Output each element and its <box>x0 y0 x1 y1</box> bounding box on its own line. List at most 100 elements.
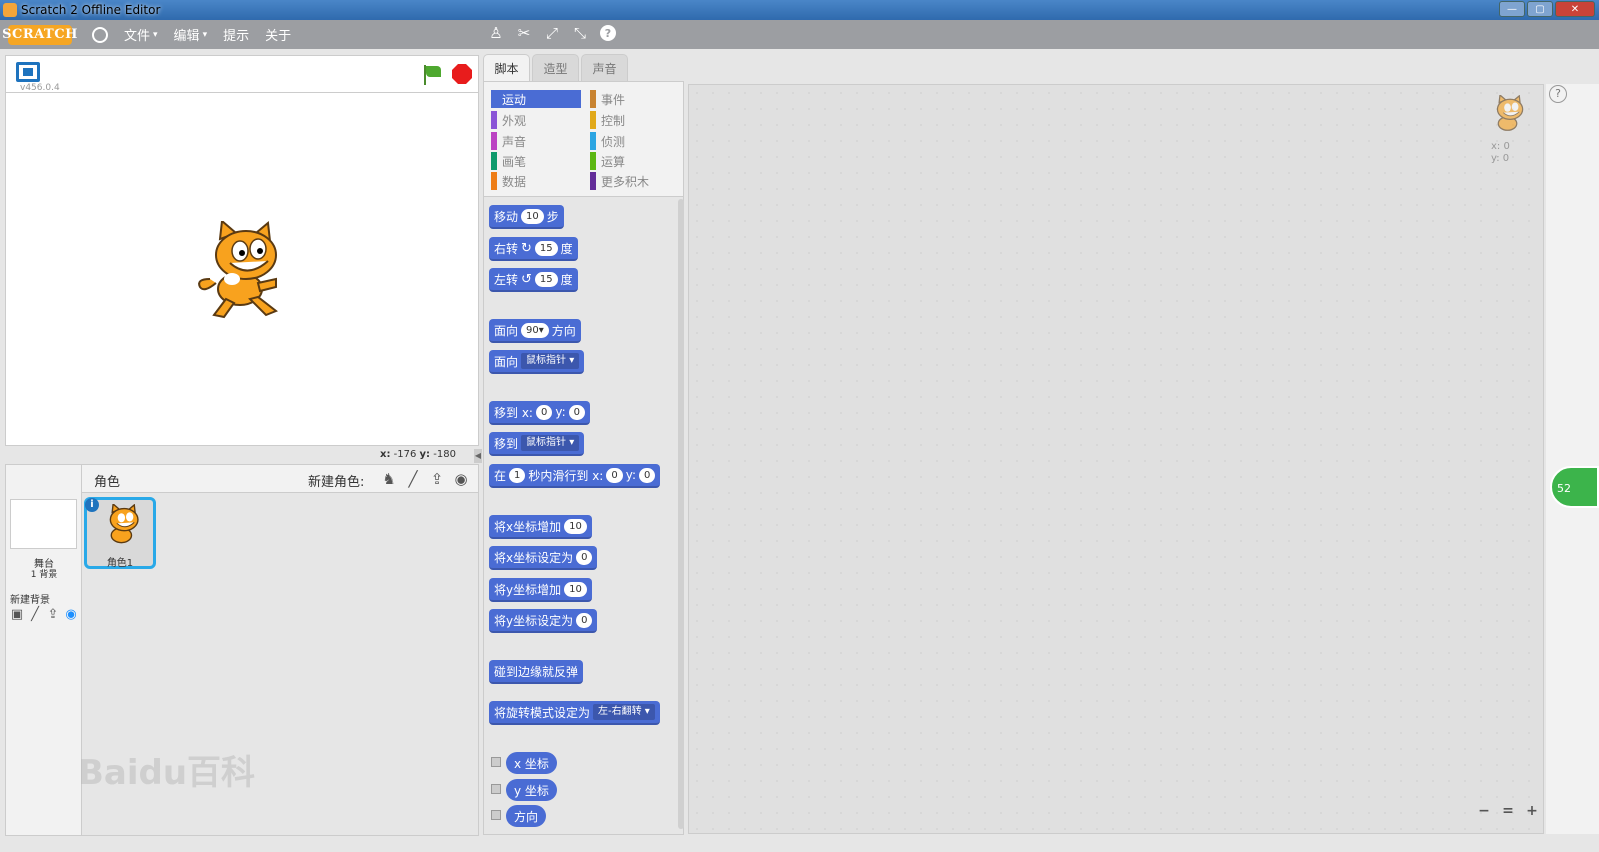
chevron-down-icon: ▾ <box>153 29 158 40</box>
category-sound[interactable]: 声音 <box>491 132 526 150</box>
zoom-reset-icon[interactable]: = <box>1498 801 1518 821</box>
palette-scrollbar[interactable] <box>678 199 684 829</box>
category-sensing[interactable]: 侦测 <box>590 132 625 150</box>
category-color <box>491 90 497 108</box>
upload-icon[interactable]: ⇪ <box>45 607 61 623</box>
block-set-y[interactable]: 将y坐标设定为 0 <box>489 609 598 633</box>
block-goto-xy[interactable]: 移到 x: 0 y: 0 <box>489 401 590 425</box>
category-operators[interactable]: 运算 <box>590 152 625 170</box>
block-set-x[interactable]: 将x坐标设定为 0 <box>489 546 598 570</box>
block-point-direction[interactable]: 面向 90▾ 方向 <box>489 319 581 343</box>
stage-column: 舞台 1 背景 新建背景 ▣ ╱ ⇪ ◉ <box>6 465 82 835</box>
block-categories: 运动 外观 声音 画笔 数据 事件 控制 侦测 运算 更多积木 <box>483 81 684 197</box>
camera-icon[interactable]: ◉ <box>63 607 79 623</box>
cat-sprite-icon[interactable] <box>196 221 291 321</box>
zoom-in-icon[interactable]: + <box>1522 801 1542 821</box>
delete-scissors-icon[interactable]: ✂ <box>516 25 532 41</box>
new-sprite-icons: ♞ ╱ ⇪ ◉ <box>380 470 470 488</box>
stage-thumbnail[interactable] <box>10 499 77 549</box>
sprite-name: 角色1 <box>106 558 134 569</box>
block-glide[interactable]: 在 1 秒内滑行到 x: 0 y: 0 <box>489 464 661 488</box>
stage-canvas[interactable] <box>5 92 479 446</box>
block-turn-right[interactable]: 右转 ↻ 15 度 <box>489 237 578 261</box>
reporter-direction[interactable]: 方向 <box>506 805 547 827</box>
block-move[interactable]: 移动 10 步 <box>489 205 564 229</box>
block-change-x[interactable]: 将x坐标增加 10 <box>489 515 592 539</box>
y-position-checkbox[interactable] <box>491 784 501 794</box>
sprite-tile[interactable]: i 角色1 <box>84 497 156 569</box>
backdrop-count: 1 背景 <box>30 570 58 580</box>
shrink-icon[interactable]: ⤡ <box>572 25 588 41</box>
block-rotation-style[interactable]: 将旋转模式设定为 左-右翻转 ▾ <box>489 701 660 725</box>
help-icon[interactable]: ? <box>1549 85 1567 103</box>
category-pen[interactable]: 画笔 <box>491 152 526 170</box>
paint-brush-icon[interactable]: ╱ <box>404 470 422 488</box>
minimize-icon[interactable]: — <box>1499 1 1525 17</box>
category-looks[interactable]: 外观 <box>491 111 526 129</box>
x-position-checkbox[interactable] <box>491 757 501 767</box>
camera-icon[interactable]: ◉ <box>452 470 470 488</box>
menu-edit-label: 编辑 <box>173 29 200 44</box>
category-control[interactable]: 控制 <box>590 111 625 129</box>
stop-icon[interactable] <box>452 64 472 84</box>
tab-scripts[interactable]: 脚本 <box>483 54 530 82</box>
menu-tips[interactable]: 提示 <box>223 25 249 44</box>
language-globe-icon[interactable] <box>92 26 108 43</box>
sprite-toolbar: ♙ ✂ ⤢ ⤡ ? <box>488 25 616 41</box>
category-events[interactable]: 事件 <box>590 90 625 108</box>
sprite-header: 角色 新建角色: ♞ ╱ ⇪ ◉ <box>82 465 478 493</box>
block-turn-left[interactable]: 左转 ↺ 15 度 <box>489 268 578 292</box>
cat-thumbnail-icon <box>109 504 139 544</box>
category-data[interactable]: 数据 <box>491 172 526 190</box>
upload-icon[interactable]: ⇪ <box>428 470 446 488</box>
grow-icon[interactable]: ⤢ <box>544 25 560 41</box>
fullscreen-icon[interactable] <box>16 62 40 82</box>
floating-badge[interactable]: 52 <box>1550 466 1599 508</box>
zoom-controls: − = + <box>1474 801 1542 821</box>
direction-checkbox[interactable] <box>491 810 501 820</box>
stage-collapse-icon[interactable]: ◀ <box>474 449 482 463</box>
backdrop-library-icon[interactable]: ▣ <box>9 607 25 623</box>
sprite-library-icon[interactable]: ♞ <box>380 470 398 488</box>
paint-brush-icon[interactable]: ╱ <box>27 607 43 623</box>
reporter-x-position[interactable]: x 坐标 <box>506 752 557 774</box>
zoom-out-icon[interactable]: − <box>1474 801 1494 821</box>
block-bounce[interactable]: 碰到边缘就反弹 <box>489 660 584 684</box>
app-icon <box>3 3 17 17</box>
new-backdrop-label: 新建背景 <box>10 595 50 606</box>
rotate-left-icon: ↺ <box>521 271 532 287</box>
menu-bar: SCRATCH 文件 ▾ 编辑 ▾ 提示 关于 ♙ ✂ ⤢ ⤡ ? <box>0 20 1599 49</box>
rotate-right-icon: ↻ <box>521 240 532 256</box>
category-more-blocks[interactable]: 更多积木 <box>590 172 649 190</box>
bottom-bar <box>0 836 1599 852</box>
block-point-towards[interactable]: 面向 鼠标指针 ▾ <box>489 350 585 374</box>
mouse-x: -176 <box>393 449 417 460</box>
title-bar: Scratch 2 Offline Editor — ▢ ✕ <box>0 0 1599 20</box>
block-change-y[interactable]: 将y坐标增加 10 <box>489 578 592 602</box>
block-help-icon[interactable]: ? <box>600 25 616 41</box>
scratch-logo[interactable]: SCRATCH <box>2 24 77 45</box>
window-controls: — ▢ ✕ <box>1499 1 1595 17</box>
script-area[interactable]: x: 0 y: 0 − = + <box>688 84 1544 834</box>
sprites-label: 角色 <box>94 475 121 490</box>
block-palette: 移动 10 步 右转 ↻ 15 度 左转 ↺ 15 度 面向 90▾ 方向 面向… <box>483 197 684 835</box>
info-icon[interactable]: i <box>85 498 99 512</box>
watermark: Baidu百科 <box>78 753 256 793</box>
close-icon[interactable]: ✕ <box>1555 1 1595 17</box>
green-flag-icon[interactable] <box>422 65 442 85</box>
window-title: Scratch 2 Offline Editor <box>21 3 161 17</box>
reporter-y-position[interactable]: y 坐标 <box>506 779 557 801</box>
duplicate-stamp-icon[interactable]: ♙ <box>488 25 504 41</box>
mouse-coords: x: -176 y: -180 <box>380 449 456 460</box>
tab-sounds[interactable]: 声音 <box>581 54 628 81</box>
menu-file[interactable]: 文件 ▾ <box>124 25 158 44</box>
block-goto-target[interactable]: 移到 鼠标指针 ▾ <box>489 432 585 456</box>
menu-edit[interactable]: 编辑 ▾ <box>174 25 208 44</box>
right-strip <box>1546 84 1599 834</box>
tab-costumes[interactable]: 造型 <box>532 54 579 81</box>
category-motion[interactable]: 运动 <box>491 90 581 108</box>
menu-about[interactable]: 关于 <box>265 25 291 44</box>
maximize-icon[interactable]: ▢ <box>1527 1 1553 17</box>
editor-tabs: 脚本 造型 声音 <box>483 54 630 82</box>
sprite-x: x: 0 <box>1491 141 1510 152</box>
